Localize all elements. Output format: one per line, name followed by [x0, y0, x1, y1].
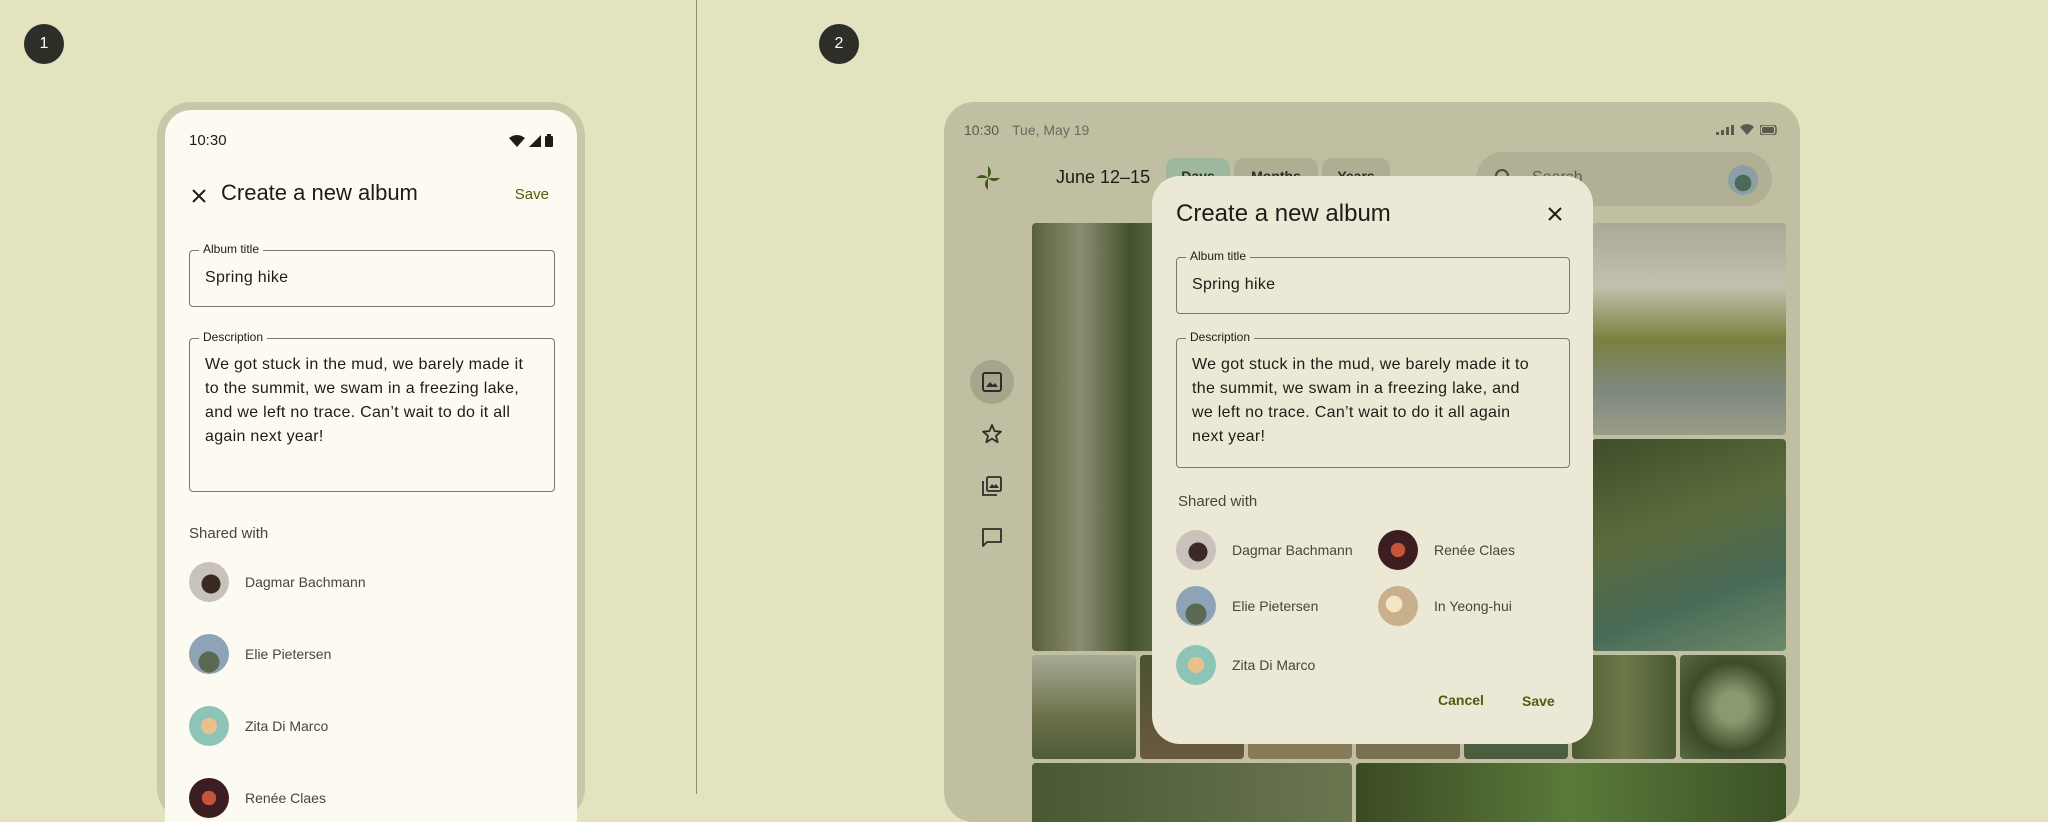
shared-person[interactable]: Zita Di Marco [189, 706, 328, 746]
avatar [189, 706, 229, 746]
avatar [189, 778, 229, 818]
avatar[interactable] [1728, 165, 1758, 195]
album-title-label: Album title [199, 242, 264, 256]
person-name: Elie Pietersen [1232, 598, 1319, 614]
page-title: Create a new album [221, 180, 418, 205]
album-title-value: Spring hike [1192, 276, 1276, 293]
save-button[interactable]: Save [1522, 693, 1555, 709]
message-icon [982, 528, 1002, 547]
status-icons [509, 134, 553, 147]
create-album-dialog: Create a new album Album title Spring hi… [1152, 176, 1593, 744]
rail-messages[interactable] [970, 516, 1014, 560]
shared-person[interactable]: Elie Pietersen [1176, 586, 1318, 626]
date-range: June 12–15 [1056, 167, 1151, 187]
person-name: Renée Claes [1434, 542, 1515, 558]
status-icons [1716, 124, 1778, 135]
shared-person[interactable]: Elie Pietersen [189, 634, 331, 674]
panel-divider [696, 0, 697, 794]
avatar [189, 634, 229, 674]
avatar [1176, 645, 1216, 685]
album-title-value: Spring hike [205, 269, 289, 286]
status-time: 10:30 [964, 122, 1000, 138]
step-badge-1: 1 [24, 24, 64, 64]
star-icon [982, 424, 1002, 444]
shared-person[interactable]: In Yeong-hui [1378, 586, 1512, 626]
description-text: We got stuck in the mud, we barely made … [205, 356, 524, 445]
description-field[interactable]: Description We got stuck in the mud, we … [1176, 330, 1570, 468]
dialog-title: Create a new album [1176, 200, 1391, 227]
close-icon [1548, 207, 1562, 221]
person-name: Dagmar Bachmann [1232, 542, 1353, 558]
person-name: Zita Di Marco [245, 718, 329, 734]
shared-person[interactable]: Renée Claes [1378, 530, 1515, 570]
shared-person[interactable]: Renée Claes [189, 778, 326, 818]
close-button[interactable] [1539, 198, 1571, 230]
save-button[interactable]: Save [515, 186, 549, 203]
album-title-field[interactable]: Album title Spring hike [1176, 249, 1570, 314]
description-label: Description [199, 330, 268, 344]
status-date: Tue, May 19 [1012, 122, 1090, 138]
album-title-field[interactable]: Album title Spring hike [189, 242, 555, 307]
wifi-icon [1740, 124, 1754, 135]
signal-icon [1716, 124, 1734, 135]
close-icon [192, 189, 206, 203]
person-name: Zita Di Marco [1232, 657, 1316, 673]
photo-tile[interactable] [1592, 223, 1786, 435]
person-name: In Yeong-hui [1434, 598, 1512, 614]
shared-with-label: Shared with [189, 525, 269, 542]
person-name: Renée Claes [245, 790, 326, 806]
rail-favorites[interactable] [970, 412, 1014, 456]
description-label: Description [1186, 330, 1255, 344]
battery-icon [1760, 124, 1777, 135]
rail-photos[interactable] [970, 360, 1014, 404]
shared-person[interactable]: Zita Di Marco [1176, 645, 1315, 685]
photo-tile[interactable] [1356, 763, 1786, 822]
phone-frame: 10:30 Create a new album Save Album titl… [157, 102, 585, 822]
photos-icon [982, 372, 1002, 392]
shared-person[interactable]: Dagmar Bachmann [189, 562, 366, 602]
description-field[interactable]: Description We got stuck in the mud, we … [189, 330, 555, 492]
phone-screen: 10:30 Create a new album Save Album titl… [165, 110, 577, 822]
shared-person[interactable]: Dagmar Bachmann [1176, 530, 1353, 570]
avatar [1378, 586, 1418, 626]
photo-tile[interactable] [1032, 655, 1136, 759]
step-badge-2: 2 [819, 24, 859, 64]
avatar [1378, 530, 1418, 570]
avatar [1176, 530, 1216, 570]
photo-tile[interactable] [1592, 439, 1786, 651]
album-title-label: Album title [1186, 249, 1251, 263]
battery-icon [545, 134, 553, 147]
avatar [189, 562, 229, 602]
rail-library[interactable] [970, 464, 1014, 508]
signal-icon [529, 134, 541, 147]
photo-tile[interactable] [1680, 655, 1786, 759]
shared-with-label: Shared with [1178, 493, 1258, 510]
person-name: Dagmar Bachmann [245, 574, 366, 590]
wifi-icon [509, 134, 525, 147]
library-icon [982, 476, 1002, 496]
person-name: Elie Pietersen [245, 646, 332, 662]
avatar [1176, 586, 1216, 626]
status-time: 10:30 [189, 132, 227, 149]
photo-tile[interactable] [1032, 763, 1352, 822]
cancel-button[interactable]: Cancel [1438, 692, 1484, 708]
description-text: We got stuck in the mud, we barely made … [1192, 356, 1529, 445]
close-button[interactable] [183, 180, 215, 212]
app-logo-icon [976, 166, 1000, 190]
